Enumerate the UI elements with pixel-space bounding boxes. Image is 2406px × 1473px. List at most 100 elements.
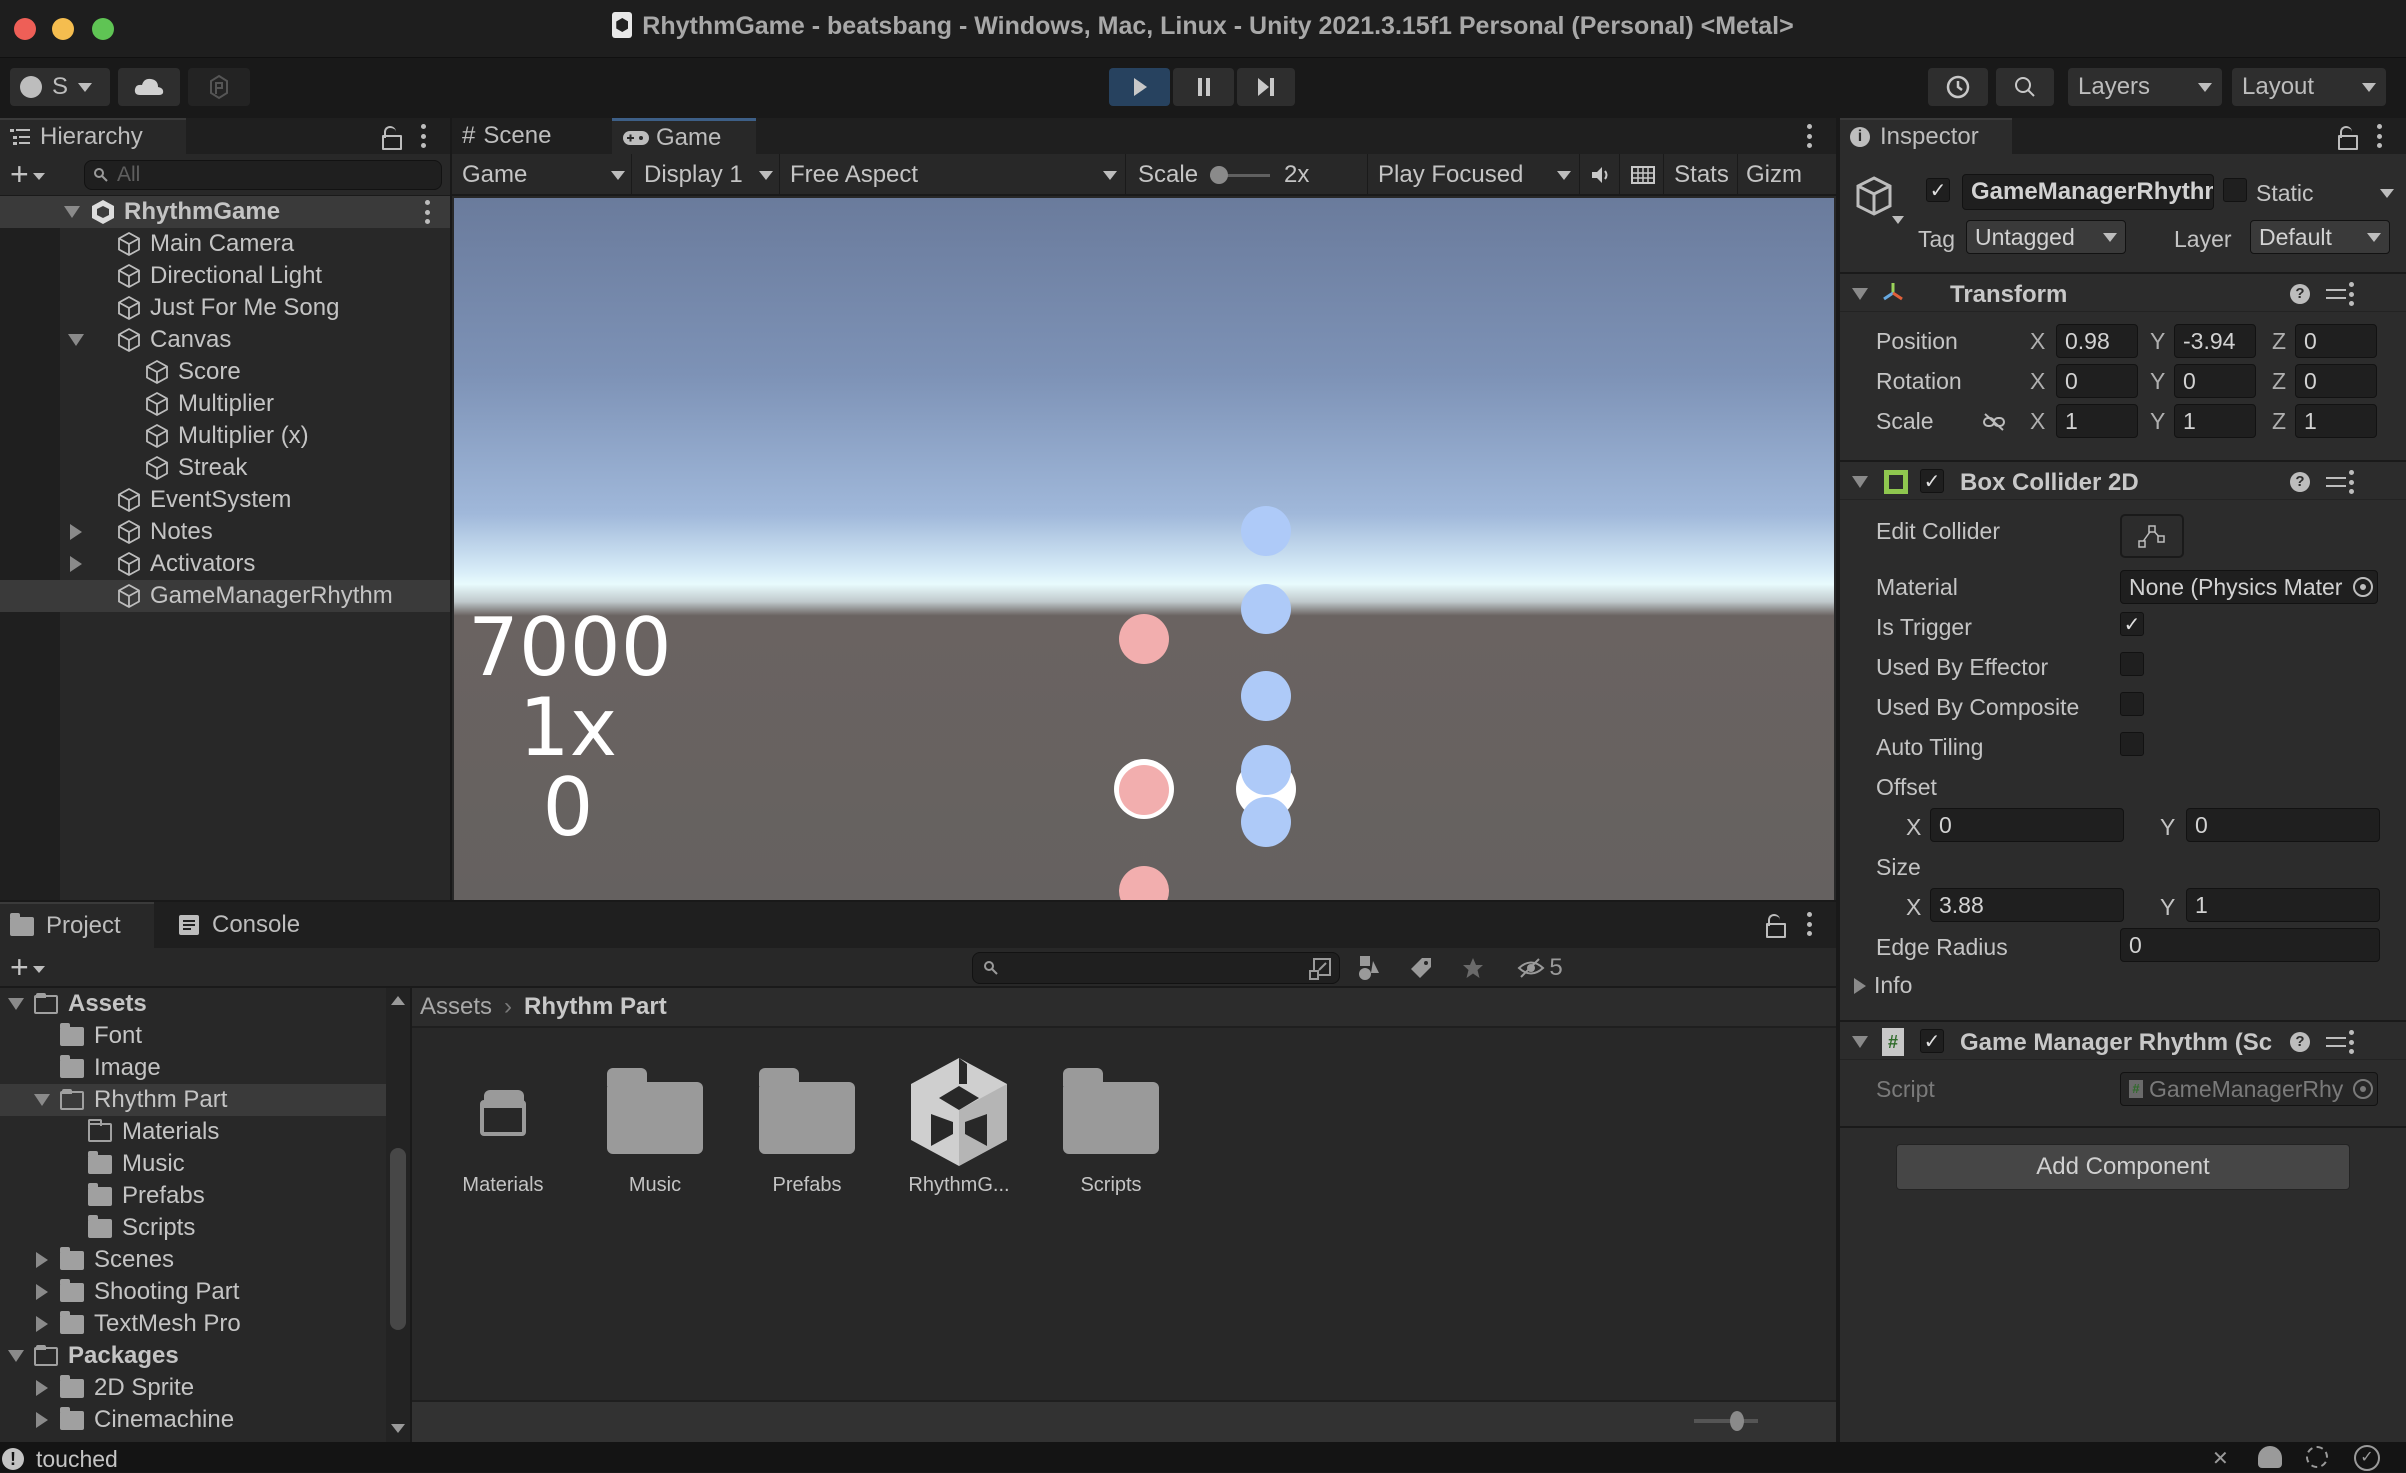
lock-icon[interactable]	[1766, 914, 1786, 938]
material-object-field[interactable]: None (Physics Mater	[2120, 570, 2378, 604]
info-foldout[interactable]: Info	[1854, 972, 1912, 999]
view-mode-dropdown[interactable]: Game	[456, 154, 632, 196]
used-by-composite-checkbox[interactable]	[2120, 692, 2144, 716]
icon-dropdown-arrow[interactable]	[1892, 216, 1904, 224]
folder-tree-item[interactable]: Music	[0, 1148, 386, 1180]
presets-icon[interactable]	[2326, 284, 2346, 304]
axis-x-label[interactable]: X	[2030, 328, 2045, 355]
hierarchy-item[interactable]: Multiplier	[0, 388, 450, 420]
folder-tree-item[interactable]: Shooting Part	[0, 1276, 386, 1308]
tab-inspector[interactable]: i Inspector	[1840, 118, 2012, 154]
panel-menu-icon[interactable]	[2376, 124, 2382, 148]
tag-dropdown[interactable]: Untagged	[1966, 220, 2126, 254]
hierarchy-item[interactable]: Just For Me Song	[0, 292, 450, 324]
progress-check-icon[interactable]: ✓	[2354, 1445, 2380, 1471]
axis-x-label[interactable]: X	[2030, 368, 2045, 395]
folder-tree-item[interactable]: Scenes	[0, 1244, 386, 1276]
position-z-input[interactable]: 0	[2295, 324, 2377, 358]
transform-header[interactable]: Transform ?	[1840, 272, 2406, 312]
shortcuts-button[interactable]	[1622, 154, 1664, 196]
position-y-input[interactable]: -3.94	[2174, 324, 2256, 358]
collapsed-arrow-icon[interactable]	[36, 1380, 48, 1396]
filter-by-label-button[interactable]	[1396, 948, 1446, 988]
script-object-field[interactable]: # GameManagerRhy	[2120, 1072, 2378, 1106]
rotation-y-input[interactable]: 0	[2174, 364, 2256, 398]
hierarchy-item[interactable]: Directional Light	[0, 260, 450, 292]
object-picker-icon[interactable]	[2353, 577, 2373, 597]
tab-project[interactable]: Project	[0, 902, 154, 948]
add-component-button[interactable]: Add Component	[1896, 1144, 2350, 1190]
collapsed-arrow-icon[interactable]	[36, 1252, 48, 1268]
component-menu-icon[interactable]	[2348, 282, 2354, 306]
folder-tree-item[interactable]: Assets	[0, 988, 386, 1020]
asset-item[interactable]: Music	[590, 1052, 720, 1197]
scale-y-input[interactable]: 1	[2174, 404, 2256, 438]
panel-menu-icon[interactable]	[1806, 124, 1812, 148]
pause-button[interactable]	[1173, 68, 1234, 106]
hierarchy-item[interactable]: EventSystem	[0, 484, 450, 516]
rotation-z-input[interactable]: 0	[2295, 364, 2377, 398]
display-dropdown[interactable]: Display 1	[634, 154, 780, 196]
breadcrumb-assets[interactable]: Assets	[420, 993, 492, 1021]
help-icon[interactable]: ?	[2290, 472, 2310, 492]
layer-dropdown[interactable]: Default	[2250, 220, 2390, 254]
scale-slider[interactable]	[1210, 165, 1271, 185]
layers-dropdown[interactable]: Layers	[2068, 68, 2222, 106]
hierarchy-item[interactable]: Main Camera	[0, 228, 450, 260]
collapsed-arrow-icon[interactable]	[36, 1284, 48, 1300]
play-mode-dropdown[interactable]: Play Focused	[1370, 154, 1580, 196]
plastic-scm-button[interactable]	[188, 68, 250, 106]
search-popout-icon[interactable]	[1309, 958, 1331, 980]
static-checkbox[interactable]	[2223, 178, 2247, 202]
asset-item[interactable]: Materials	[438, 1052, 568, 1197]
tree-scrollbar[interactable]	[386, 988, 410, 1442]
size-x-input[interactable]: 3.88	[1930, 888, 2124, 922]
component-menu-icon[interactable]	[2348, 470, 2354, 494]
presets-icon[interactable]	[2326, 472, 2346, 492]
axis-y-label[interactable]: Y	[2150, 368, 2165, 395]
presets-icon[interactable]	[2326, 1032, 2346, 1052]
folder-tree-item[interactable]: Font	[0, 1020, 386, 1052]
is-trigger-checkbox[interactable]: ✓	[2120, 612, 2144, 636]
create-asset-button[interactable]: +	[10, 951, 45, 983]
script-component-header[interactable]: # ✓ Game Manager Rhythm (Sc ?	[1840, 1020, 2406, 1060]
hierarchy-item[interactable]: GameManagerRhythm	[0, 580, 450, 612]
layout-dropdown[interactable]: Layout	[2232, 68, 2386, 106]
asset-item[interactable]: Scripts	[1046, 1052, 1176, 1197]
mute-audio-button[interactable]	[1582, 154, 1620, 196]
component-menu-icon[interactable]	[2348, 1030, 2354, 1054]
auto-tiling-checkbox[interactable]	[2120, 732, 2144, 756]
folder-tree-item[interactable]: Rhythm Part	[0, 1084, 386, 1116]
object-active-checkbox[interactable]: ✓	[1926, 178, 1950, 202]
icon-size-slider-thumb[interactable]	[1730, 1411, 1744, 1431]
panel-menu-icon[interactable]	[420, 124, 426, 148]
game-viewport[interactable]: 7000 1x 0	[454, 198, 1834, 900]
scale-x-input[interactable]: 1	[2056, 404, 2138, 438]
hierarchy-item[interactable]: Multiplier (x)	[0, 420, 450, 452]
edge-radius-input[interactable]: 0	[2120, 928, 2380, 962]
step-button[interactable]	[1237, 68, 1295, 106]
search-button[interactable]	[1996, 68, 2054, 106]
offset-x-input[interactable]: 0	[1930, 808, 2124, 842]
hidden-packages-button[interactable]: 5	[1500, 948, 1580, 988]
static-dropdown-arrow[interactable]	[2380, 189, 2394, 198]
scroll-down-arrow[interactable]	[391, 1424, 405, 1433]
breadcrumb-rhythm-part[interactable]: Rhythm Part	[524, 993, 667, 1021]
undo-history-button[interactable]	[1928, 68, 1988, 106]
axis-z-label[interactable]: Z	[2272, 368, 2286, 395]
rotation-x-input[interactable]: 0	[2056, 364, 2138, 398]
add-object-button[interactable]: +	[10, 158, 45, 190]
folder-tree-item[interactable]: TextMesh Pro	[0, 1308, 386, 1340]
scroll-up-arrow[interactable]	[391, 996, 405, 1005]
object-picker-icon[interactable]	[2353, 1079, 2373, 1099]
aspect-dropdown[interactable]: Free Aspect	[782, 154, 1126, 196]
hierarchy-item[interactable]: Score	[0, 356, 450, 388]
hierarchy-item[interactable]: Activators	[0, 548, 450, 580]
object-name-input[interactable]: GameManagerRhythm	[1962, 174, 2214, 210]
expanded-arrow-icon[interactable]	[8, 1350, 24, 1362]
auto-generate-lighting-icon[interactable]	[2306, 1446, 2328, 1468]
folder-tree-item[interactable]: Image	[0, 1052, 386, 1084]
tab-scene[interactable]: # Scene	[452, 118, 602, 154]
scale-slider-thumb[interactable]	[1210, 166, 1229, 184]
axis-x-label[interactable]: X	[2030, 408, 2045, 435]
